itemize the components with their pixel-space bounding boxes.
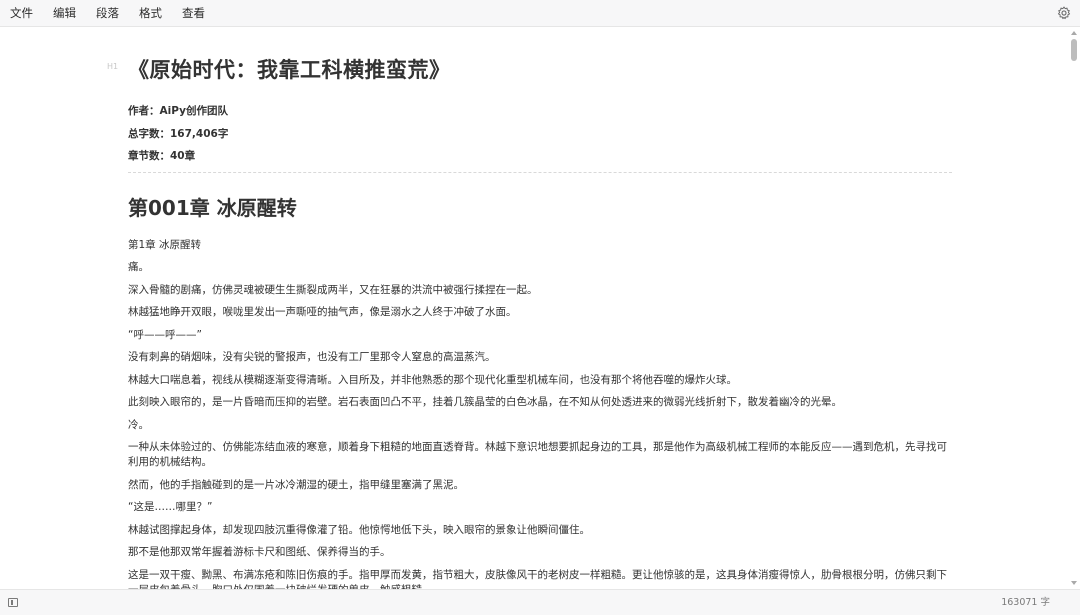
paragraph: 深入骨髓的剧痛，仿佛灵魂被硬生生撕裂成两半，又在狂暴的洪流中被强行揉捏在一起。	[128, 283, 538, 296]
sidebar-toggle-icon[interactable]	[8, 598, 18, 607]
document-title: 《原始时代：我靠工科横推蛮荒》	[128, 58, 451, 82]
editor-area[interactable]: H1 《原始时代：我靠工科横推蛮荒》 作者：AiPy创作团队 总字数：167,4…	[0, 27, 1068, 589]
heading-level-hint: H1	[107, 62, 119, 71]
horizontal-rule	[128, 171, 952, 173]
scroll-up-arrow-icon[interactable]	[1071, 31, 1077, 35]
menu-paragraph[interactable]: 段落	[86, 0, 129, 27]
paragraph: 此刻映入眼帘的，是一片昏暗而压抑的岩壁。岩石表面凹凸不平，挂着几簇晶莹的白色冰晶…	[128, 396, 842, 408]
menu-file[interactable]: 文件	[0, 0, 43, 27]
word-count[interactable]: 163071 字	[1001, 590, 1050, 616]
paragraph: 然而，他的手指触碰到的是一片冰冷潮湿的硬土，指甲缝里塞满了黑泥。	[128, 478, 464, 491]
paragraph: “这是……哪里？”	[128, 501, 213, 513]
paragraph: 冷。	[128, 418, 149, 431]
paragraph: 一种从未体验过的、仿佛能冻结血液的寒意，顺着身下粗糙的地面直透脊背。林越下意识地…	[128, 441, 947, 468]
paragraph: 林越猛地睁开双眼，喉咙里发出一声嘶哑的抽气声，像是溺水之人终于冲破了水面。	[128, 306, 517, 318]
vertical-scrollbar[interactable]	[1068, 27, 1080, 589]
document-content: 《原始时代：我靠工科横推蛮荒》 作者：AiPy创作团队 总字数：167,406字…	[128, 55, 952, 589]
meta-author: 作者：AiPy创作团队	[128, 105, 228, 117]
paragraph: 那不是他那双常年握着游标卡尺和图纸、保养得当的手。	[128, 546, 391, 558]
scroll-down-arrow-icon[interactable]	[1071, 581, 1077, 585]
chapter-heading: 第001章 冰原醒转	[128, 195, 297, 220]
meta-chapter-count: 章节数：40章	[128, 150, 196, 162]
menu-bar: 文件 编辑 段落 格式 查看	[0, 0, 1080, 27]
status-bar: 163071 字	[0, 589, 1080, 615]
paragraph: 第1章 冰原醒转	[128, 238, 202, 251]
gear-icon[interactable]	[1057, 6, 1071, 20]
paragraph: 林越大口喘息着，视线从模糊逐渐变得清晰。入目所及，并非他熟悉的那个现代化重型机械…	[128, 373, 737, 386]
scroll-thumb[interactable]	[1071, 39, 1077, 61]
paragraph: 这是一双干瘦、黝黑、布满冻疮和陈旧伤痕的手。指甲厚而发黄，指节粗大，皮肤像风干的…	[128, 568, 947, 590]
menu-view[interactable]: 查看	[172, 0, 215, 27]
paragraph: “呼——呼——”	[128, 328, 202, 341]
menu-format[interactable]: 格式	[129, 0, 172, 27]
meta-word-count: 总字数：167,406字	[128, 127, 229, 140]
paragraph: 痛。	[128, 261, 149, 273]
paragraph: 林越试图撑起身体，却发现四肢沉重得像灌了铅。他惊愕地低下头，映入眼帘的景象让他瞬…	[128, 523, 590, 536]
menu-edit[interactable]: 编辑	[43, 0, 86, 27]
paragraph: 没有刺鼻的硝烟味，没有尖锐的警报声，也没有工厂里那令人窒息的高温蒸汽。	[128, 351, 496, 363]
